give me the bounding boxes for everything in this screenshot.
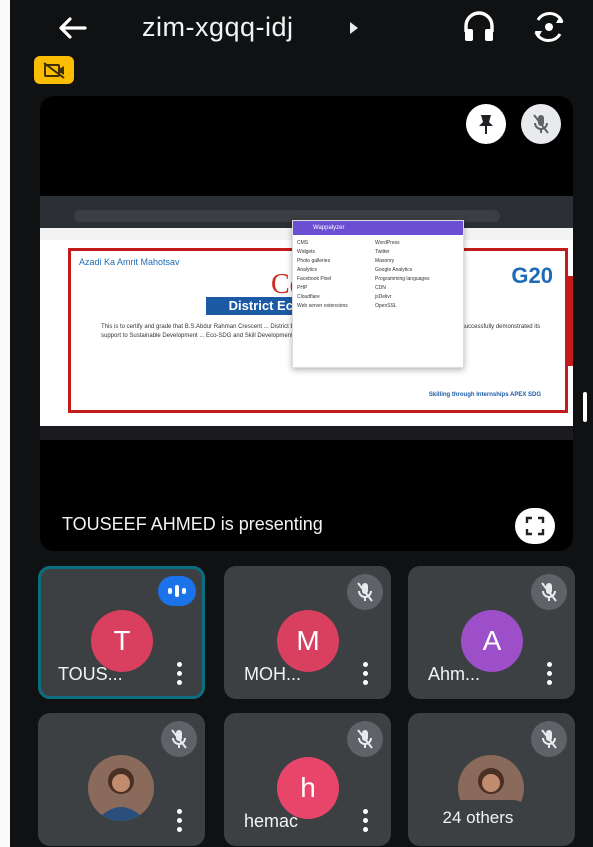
g20-logo-text: G20 bbox=[511, 263, 553, 288]
dot bbox=[362, 808, 368, 814]
avatar: M bbox=[277, 610, 339, 672]
participant-name: TOUS... bbox=[58, 664, 123, 684]
mic-off-icon bbox=[347, 721, 383, 757]
wappalyzer-item: WordPress bbox=[375, 240, 400, 246]
shared-screen: Azadi Ka Amrit Mahotsav Cert District Ec… bbox=[40, 196, 573, 440]
wappalyzer-item: CMS bbox=[297, 240, 309, 246]
avatar-photo bbox=[88, 755, 154, 821]
left-edge bbox=[0, 0, 10, 847]
dot bbox=[176, 826, 182, 832]
more-options-button[interactable] bbox=[353, 805, 377, 835]
participant-name: hemac bbox=[244, 811, 299, 831]
side-tab bbox=[568, 276, 573, 366]
windows-taskbar bbox=[40, 426, 573, 440]
wappalyzer-item: CDN bbox=[375, 285, 386, 291]
wappalyzer-item: Google Analytics bbox=[375, 267, 413, 273]
presentation-tile[interactable]: Azadi Ka Amrit Mahotsav Cert District Ec… bbox=[40, 96, 573, 551]
more-options-button[interactable] bbox=[167, 805, 191, 835]
fullscreen-button[interactable] bbox=[515, 508, 555, 544]
dot bbox=[176, 661, 182, 667]
dot bbox=[176, 670, 182, 676]
wappalyzer-title: Wappalyzer bbox=[293, 221, 463, 235]
top-bar: zim-xgqq-idj bbox=[12, 0, 593, 60]
wappalyzer-item: Twitter bbox=[375, 249, 390, 255]
wappalyzer-item: jsDelivr bbox=[375, 294, 392, 300]
mic-off-icon bbox=[347, 574, 383, 610]
camera-flip-icon bbox=[534, 11, 564, 43]
mic-off-icon bbox=[533, 114, 549, 134]
headset-icon bbox=[464, 11, 494, 41]
participant-name: MOH... bbox=[244, 664, 301, 684]
wappalyzer-popup: Wappalyzer CMS WordPress Widgets Twitter Pho… bbox=[292, 220, 464, 368]
wappalyzer-item: OpenSSL bbox=[375, 303, 397, 309]
wappalyzer-item: Cloudflare bbox=[297, 294, 320, 300]
pin-icon bbox=[479, 115, 493, 134]
mic-off-icon bbox=[531, 721, 567, 757]
wappalyzer-list: CMS WordPress Widgets Twitter Photo gallerie… bbox=[293, 235, 463, 315]
meet-screen: zim-xgqq-idj Azadi Ka Amrit Mahotsav Dis… bbox=[0, 0, 593, 847]
meeting-code[interactable]: zim-xgqq-idj bbox=[142, 12, 294, 43]
dot bbox=[362, 817, 368, 823]
more-options-button[interactable] bbox=[167, 658, 191, 688]
wappalyzer-item: Analytics bbox=[297, 267, 318, 273]
wappalyzer-item: Widgets bbox=[297, 249, 316, 255]
participant-tile[interactable]: A Ahm... bbox=[408, 566, 575, 699]
wappalyzer-item: Photo galleries bbox=[297, 258, 331, 264]
mic-off-icon bbox=[161, 721, 197, 757]
caret-right-icon[interactable] bbox=[350, 22, 358, 34]
dot bbox=[546, 661, 552, 667]
dot bbox=[546, 670, 552, 676]
back-button[interactable] bbox=[52, 10, 92, 46]
more-options-button[interactable] bbox=[353, 658, 377, 688]
speaking-indicator bbox=[158, 576, 196, 606]
avatar: A bbox=[461, 610, 523, 672]
camera-off-indicator[interactable] bbox=[34, 56, 74, 84]
wappalyzer-item: Facebook Pixel bbox=[297, 276, 332, 282]
dot bbox=[362, 670, 368, 676]
mic-off-icon bbox=[531, 574, 567, 610]
dot bbox=[546, 679, 552, 685]
more-options-button[interactable] bbox=[537, 658, 561, 688]
dot bbox=[362, 826, 368, 832]
azadi-logo-text: Azadi Ka Amrit Mahotsav bbox=[79, 257, 180, 267]
presenter-label: TOUSEEF AHMED is presenting bbox=[62, 514, 323, 534]
dot bbox=[176, 808, 182, 814]
video-off-icon bbox=[43, 62, 65, 79]
participant-tile[interactable]: T TOUS... bbox=[38, 566, 205, 699]
wappalyzer-item: Masonry bbox=[375, 258, 395, 264]
presenter-mic-off-indicator bbox=[521, 104, 561, 144]
wappalyzer-item: Web server extensions bbox=[297, 303, 348, 309]
participant-tile[interactable]: h hemac bbox=[224, 713, 391, 846]
dot bbox=[176, 679, 182, 685]
switch-camera-button[interactable] bbox=[530, 10, 568, 44]
avatar: T bbox=[91, 610, 153, 672]
others-button[interactable]: 24 others bbox=[425, 800, 531, 836]
wappalyzer-item: PHP bbox=[297, 285, 308, 291]
scrollbar-thumb[interactable] bbox=[583, 392, 587, 422]
audio-output-button[interactable] bbox=[462, 8, 496, 46]
certificate-footer: Skilling through Internships APEX SDG bbox=[428, 392, 541, 398]
wappalyzer-item: Programming languages bbox=[375, 276, 430, 282]
avatar: h bbox=[277, 757, 339, 819]
dot bbox=[176, 817, 182, 823]
participant-tile[interactable] bbox=[38, 713, 205, 846]
dot bbox=[362, 661, 368, 667]
arrow-left-icon bbox=[59, 17, 87, 39]
pin-button[interactable] bbox=[466, 104, 506, 144]
participant-tile[interactable]: M MOH... bbox=[224, 566, 391, 699]
dot bbox=[362, 679, 368, 685]
fullscreen-icon bbox=[525, 516, 545, 536]
participant-name: Ahm... bbox=[428, 664, 481, 684]
